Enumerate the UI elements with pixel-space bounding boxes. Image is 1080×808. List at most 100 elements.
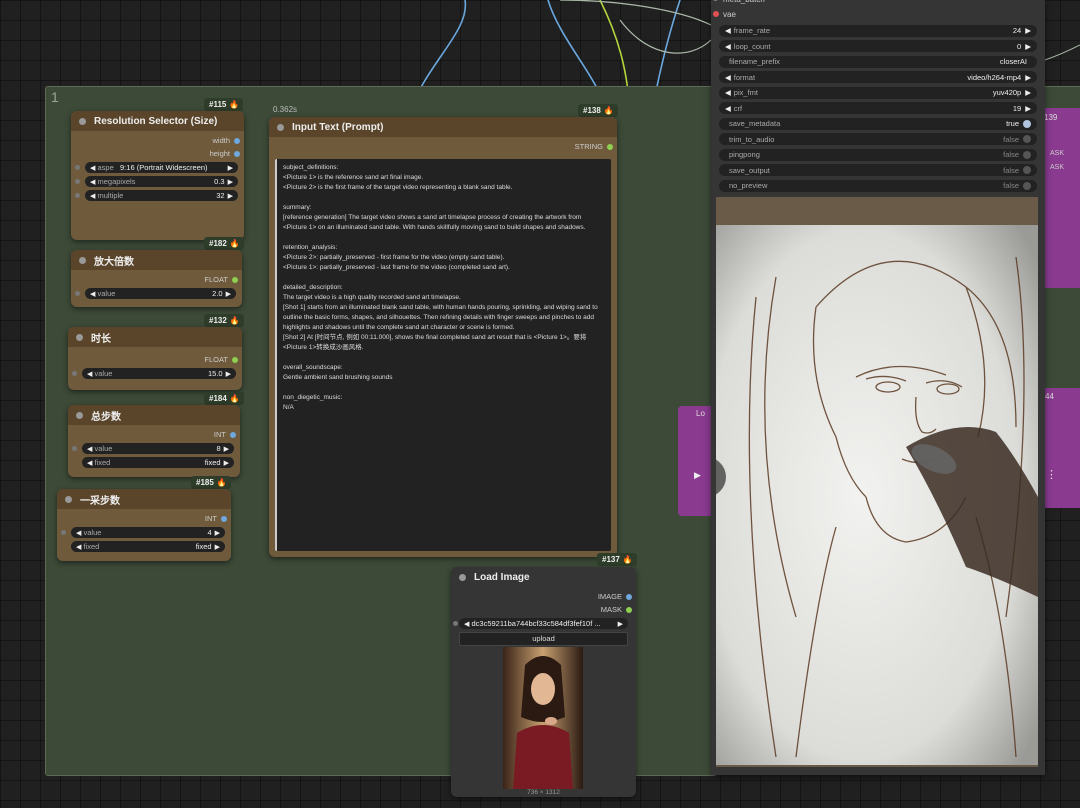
vhs-widget-trim-to-audio[interactable]: trim_to_audio false xyxy=(719,133,1037,145)
video-combine-node[interactable]: meta_batch vae ◀frame_rate24▶ ◀loop_count… xyxy=(711,0,1045,775)
collapse-dot[interactable] xyxy=(65,495,72,503)
vhs-widget-save-metadata[interactable]: save_metadata true xyxy=(719,117,1037,130)
partial-node-right[interactable]: 44 xyxy=(1045,388,1080,508)
resolution-selector-node[interactable]: Resolution Selector (Size) width height … xyxy=(71,111,244,240)
collapse-dot[interactable] xyxy=(79,117,86,125)
right-arrow-icon[interactable]: ▶ xyxy=(228,178,233,186)
video-preview[interactable]: ▶ xyxy=(716,197,1038,767)
right-arrow-icon[interactable]: ▶ xyxy=(1025,104,1031,113)
vhs-widget-pix-fmt[interactable]: ◀ pix_fmt yuv420p ▶ xyxy=(719,86,1037,99)
left-arrow-icon[interactable]: ◀ xyxy=(87,370,92,378)
scale-factor-node[interactable]: 放大倍数 FLOAT ◀ value 2.0 ▶ xyxy=(71,250,242,307)
collapse-dot[interactable] xyxy=(76,333,83,341)
right-arrow-icon[interactable]: ▶ xyxy=(1025,88,1031,97)
output-socket[interactable] xyxy=(626,606,632,613)
prompt-textarea[interactable]: subject_definitions: <Picture 1> is the … xyxy=(275,159,611,551)
output-socket[interactable] xyxy=(626,593,632,600)
vhs-widget-frame-rate[interactable]: ◀ frame_rate 24 ▶ xyxy=(719,24,1037,37)
play-icon[interactable]: ▶ xyxy=(694,470,701,481)
partial-node-purple[interactable]: 139 ASK ASK xyxy=(1040,108,1080,288)
toggle-icon[interactable] xyxy=(1023,166,1031,174)
right-arrow-icon[interactable]: ▶ xyxy=(618,620,623,628)
toggle-icon[interactable] xyxy=(1023,135,1031,143)
collapse-dot[interactable] xyxy=(277,123,284,131)
image-filename-select[interactable]: ◀ dc3c59211ba744bcf33c584df3fef10f ... ▶ xyxy=(453,618,628,629)
left-arrow-icon[interactable]: ◀ xyxy=(725,73,731,82)
input-socket[interactable] xyxy=(713,11,719,17)
left-arrow-icon[interactable]: ◀ xyxy=(90,192,95,200)
right-arrow-icon[interactable]: ▶ xyxy=(226,370,231,378)
right-arrow-icon[interactable]: ▶ xyxy=(228,164,233,172)
output-socket[interactable] xyxy=(607,143,613,150)
output-socket[interactable] xyxy=(234,137,240,144)
output-int[interactable]: INT xyxy=(68,428,240,441)
load-image-node[interactable]: Load Image IMAGE MASK ◀ dc3c59211ba744bc… xyxy=(451,567,636,797)
left-arrow-icon[interactable]: ◀ xyxy=(87,445,92,453)
output-socket[interactable] xyxy=(232,276,238,283)
vhs-widget-no-preview[interactable]: no_preview false xyxy=(719,179,1037,192)
left-arrow-icon[interactable]: ◀ xyxy=(76,543,81,551)
collapse-dot[interactable] xyxy=(79,256,86,264)
input-socket[interactable] xyxy=(713,0,718,1)
output-socket[interactable] xyxy=(234,150,240,157)
right-arrow-icon[interactable]: ▶ xyxy=(215,543,220,551)
output-socket[interactable] xyxy=(232,356,238,363)
output-float[interactable]: FLOAT xyxy=(71,273,242,286)
output-mask[interactable]: MASK xyxy=(451,603,636,616)
left-arrow-icon[interactable]: ◀ xyxy=(725,88,731,97)
vhs-widget-format[interactable]: ◀ format video/h264-mp4 ▶ xyxy=(719,71,1037,83)
vhs-widget-filename-prefix[interactable]: filename_prefix closerAI xyxy=(719,55,1037,68)
first-stage-steps-node[interactable]: 一采步数 INT ◀ value 4 ▶ ◀ fixed fixed ▶ xyxy=(57,489,231,561)
left-arrow-icon[interactable]: ◀ xyxy=(90,178,95,186)
more-icon[interactable]: ⋮ xyxy=(1046,468,1057,481)
value-widget[interactable]: ◀ value 4 ▶ xyxy=(61,527,225,538)
toggle-icon[interactable] xyxy=(1023,119,1031,128)
right-arrow-icon[interactable]: ▶ xyxy=(215,529,220,537)
duration-node[interactable]: 时长 FLOAT ◀ value 15.0 ▶ xyxy=(68,327,242,390)
vhs-widget-loop-count[interactable]: ◀ loop_count 0 ▶ xyxy=(719,40,1037,52)
left-arrow-icon[interactable]: ◀ xyxy=(76,529,81,537)
vhs-widget-save-output[interactable]: save_output false xyxy=(719,164,1037,176)
output-string[interactable]: STRING xyxy=(269,140,617,153)
right-arrow-icon[interactable]: ▶ xyxy=(224,445,229,453)
control-after-generate-widget[interactable]: ◀ fixed fixed ▶ xyxy=(71,541,225,552)
control-after-generate-widget[interactable]: ◀ fixed fixed ▶ xyxy=(82,457,234,468)
left-arrow-icon[interactable]: ◀ xyxy=(725,104,731,113)
left-arrow-icon[interactable]: ◀ xyxy=(464,620,469,628)
toggle-icon[interactable] xyxy=(1023,150,1031,159)
output-image[interactable]: IMAGE xyxy=(451,590,636,603)
aspect-widget[interactable]: ◀ aspe 9:16 (Portrait Widescreen) ▶ xyxy=(75,162,238,173)
input-vae[interactable]: vae xyxy=(711,7,1045,21)
right-arrow-icon[interactable]: ▶ xyxy=(1025,42,1031,51)
output-int[interactable]: INT xyxy=(57,512,231,525)
output-height[interactable]: height xyxy=(71,147,244,160)
left-arrow-icon[interactable]: ◀ xyxy=(725,26,731,35)
value-widget[interactable]: ◀ value 8 ▶ xyxy=(72,443,234,454)
left-arrow-icon[interactable]: ◀ xyxy=(90,290,95,298)
upload-button[interactable]: upload xyxy=(459,632,628,646)
output-width[interactable]: width xyxy=(71,134,244,147)
output-float[interactable]: FLOAT xyxy=(68,353,242,366)
vhs-widget-crf[interactable]: ◀ crf 19 ▶ xyxy=(719,102,1037,114)
output-socket[interactable] xyxy=(230,431,236,438)
collapse-dot[interactable] xyxy=(459,573,466,581)
megapixels-widget[interactable]: ◀ megapixels 0.3 ▶ xyxy=(75,176,238,187)
right-arrow-icon[interactable]: ▶ xyxy=(228,192,233,200)
total-steps-node[interactable]: 总步数 INT ◀ value 8 ▶ ◀ fixed fixed ▶ xyxy=(68,405,240,477)
right-arrow-icon[interactable]: ▶ xyxy=(1025,26,1031,35)
toggle-icon[interactable] xyxy=(1023,181,1031,190)
input-meta-batch[interactable]: meta_batch xyxy=(711,0,1045,7)
multiple-widget[interactable]: ◀ multiple 32 ▶ xyxy=(75,190,238,201)
collapse-dot[interactable] xyxy=(76,411,83,419)
left-arrow-icon[interactable]: ◀ xyxy=(725,42,731,51)
value-widget[interactable]: ◀ value 15.0 ▶ xyxy=(72,368,236,379)
input-text-prompt-node[interactable]: Input Text (Prompt) STRING subject_defin… xyxy=(269,117,617,557)
vhs-widget-pingpong[interactable]: pingpong false xyxy=(719,148,1037,161)
left-arrow-icon[interactable]: ◀ xyxy=(87,459,92,467)
left-arrow-icon[interactable]: ◀ xyxy=(90,164,95,172)
output-socket[interactable] xyxy=(221,515,227,522)
right-arrow-icon[interactable]: ▶ xyxy=(226,290,231,298)
right-arrow-icon[interactable]: ▶ xyxy=(224,459,229,467)
right-arrow-icon[interactable]: ▶ xyxy=(1025,73,1031,82)
value-widget[interactable]: ◀ value 2.0 ▶ xyxy=(75,288,236,299)
